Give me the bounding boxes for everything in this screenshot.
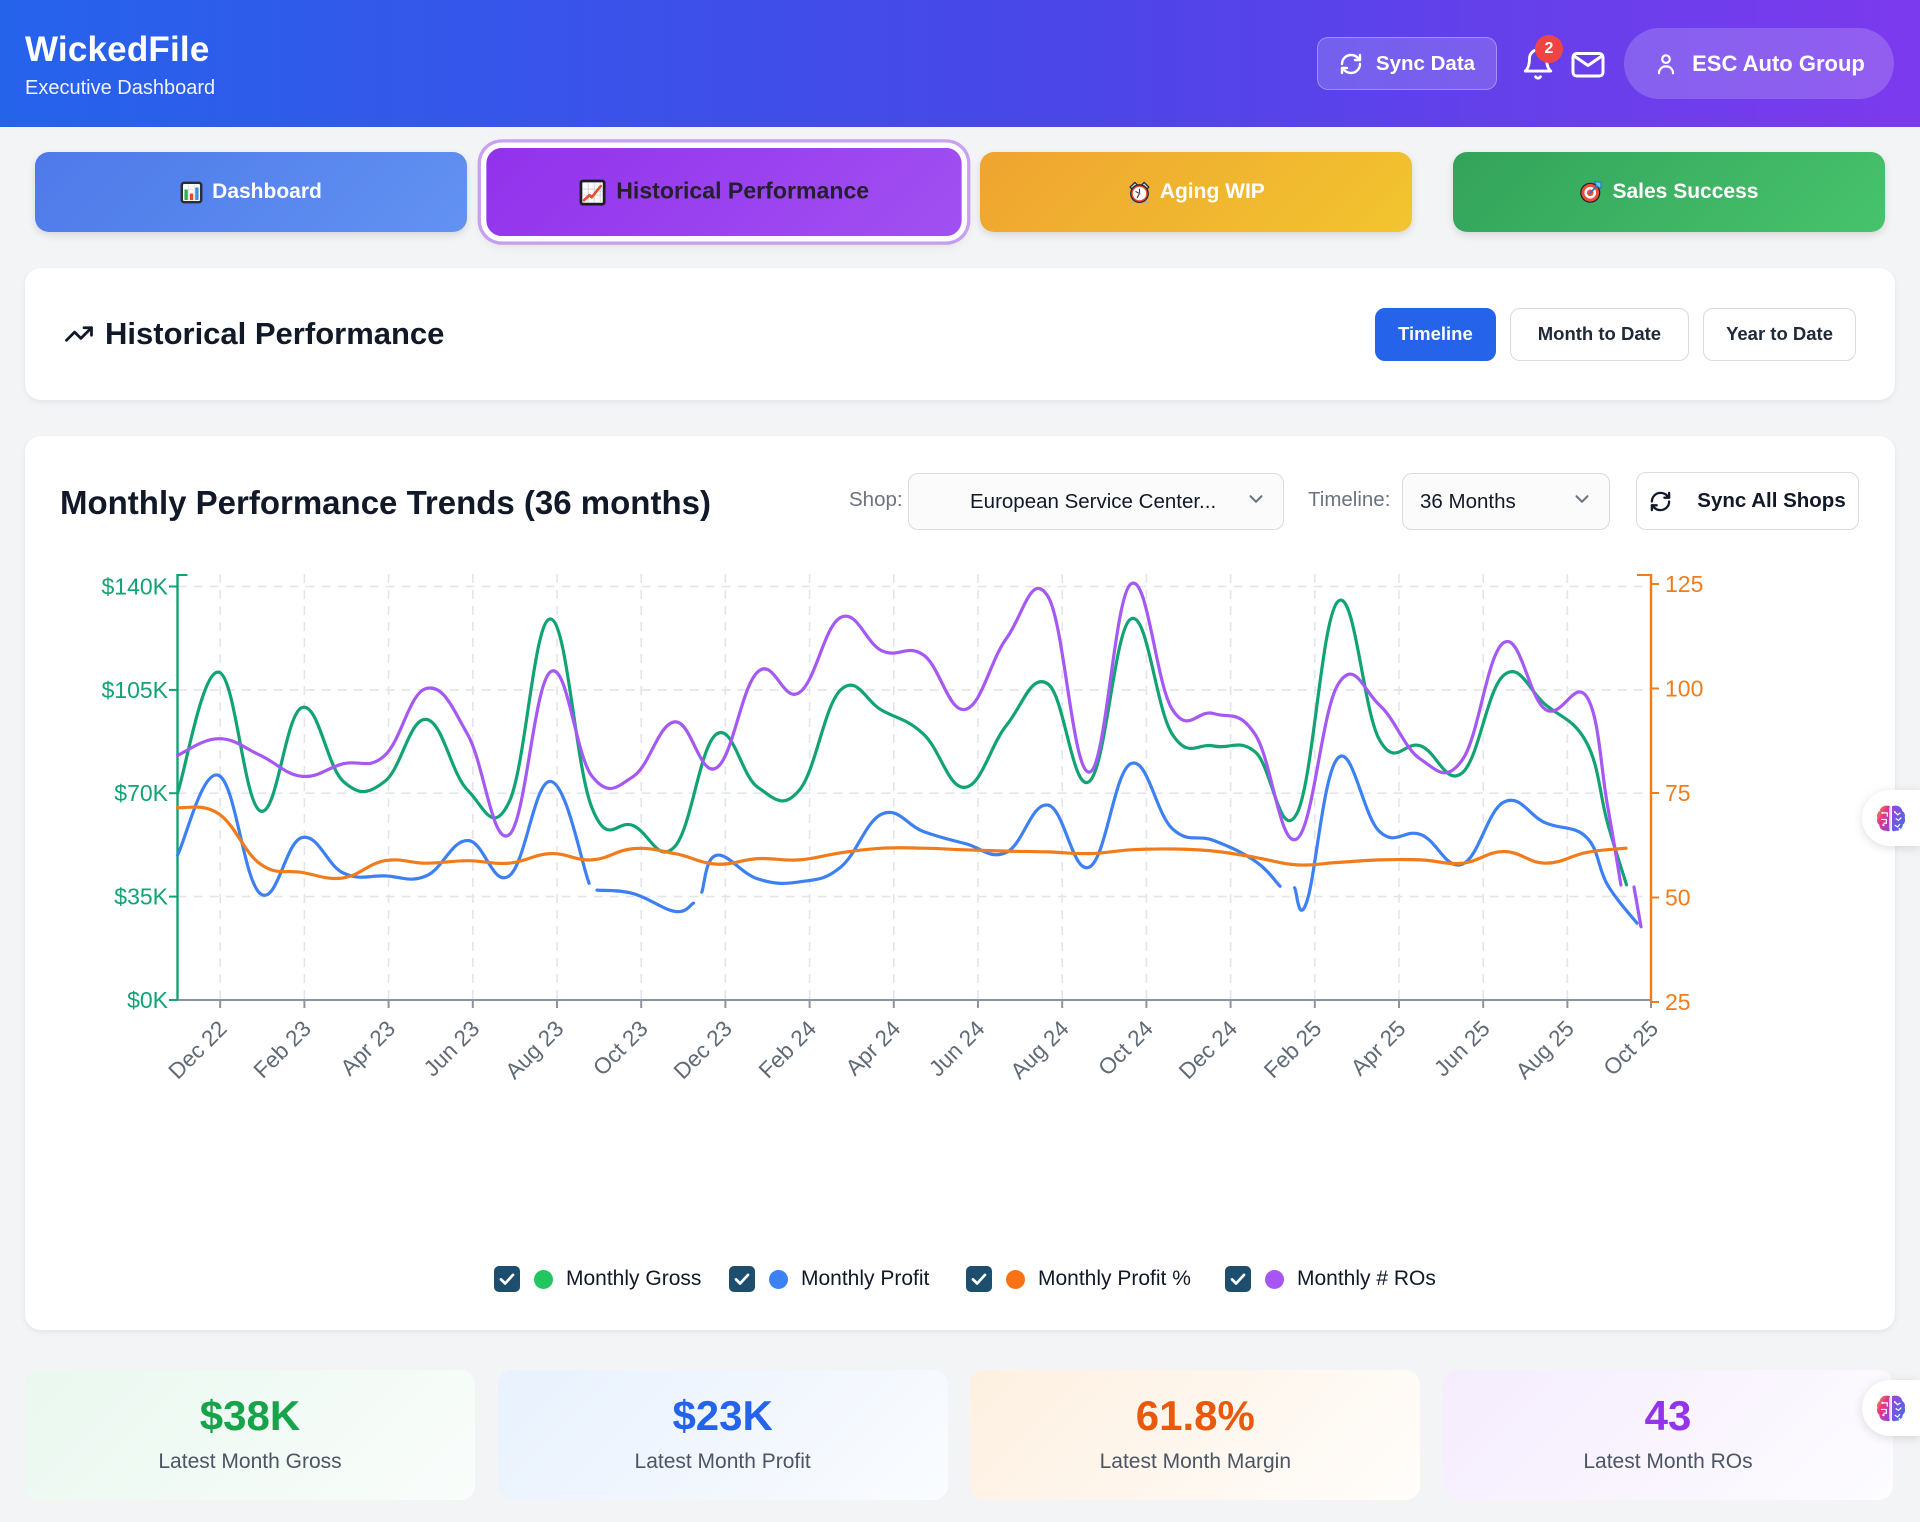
svg-text:Oct 23: Oct 23 (588, 1016, 653, 1081)
svg-text:25: 25 (1665, 989, 1691, 1015)
svg-text:Jun 24: Jun 24 (924, 1016, 989, 1081)
svg-text:$35K: $35K (114, 884, 168, 910)
svg-text:Jun 23: Jun 23 (419, 1016, 484, 1081)
svg-text:$105K: $105K (101, 677, 168, 703)
svg-text:100: 100 (1665, 676, 1703, 702)
svg-text:Apr 23: Apr 23 (336, 1016, 401, 1081)
svg-text:Aug 25: Aug 25 (1511, 1016, 1579, 1084)
svg-text:50: 50 (1665, 885, 1691, 911)
svg-text:Aug 23: Aug 23 (500, 1016, 568, 1084)
svg-text:Dec 23: Dec 23 (669, 1016, 737, 1084)
svg-text:$0K: $0K (127, 987, 169, 1013)
svg-text:Oct 25: Oct 25 (1599, 1016, 1664, 1081)
svg-text:Feb 24: Feb 24 (754, 1016, 821, 1083)
svg-text:Feb 23: Feb 23 (249, 1016, 316, 1083)
svg-text:$140K: $140K (101, 574, 168, 600)
svg-text:Jun 25: Jun 25 (1429, 1016, 1494, 1081)
svg-text:$70K: $70K (114, 780, 168, 806)
svg-text:Dec 24: Dec 24 (1174, 1016, 1242, 1084)
svg-text:75: 75 (1665, 780, 1691, 806)
svg-text:Oct 24: Oct 24 (1093, 1016, 1158, 1081)
svg-text:Aug 24: Aug 24 (1006, 1016, 1074, 1084)
svg-text:Apr 25: Apr 25 (1346, 1016, 1411, 1081)
svg-text:Feb 25: Feb 25 (1259, 1016, 1326, 1083)
svg-text:Dec 22: Dec 22 (164, 1016, 232, 1084)
svg-text:125: 125 (1665, 571, 1703, 597)
svg-text:Apr 24: Apr 24 (841, 1016, 906, 1081)
